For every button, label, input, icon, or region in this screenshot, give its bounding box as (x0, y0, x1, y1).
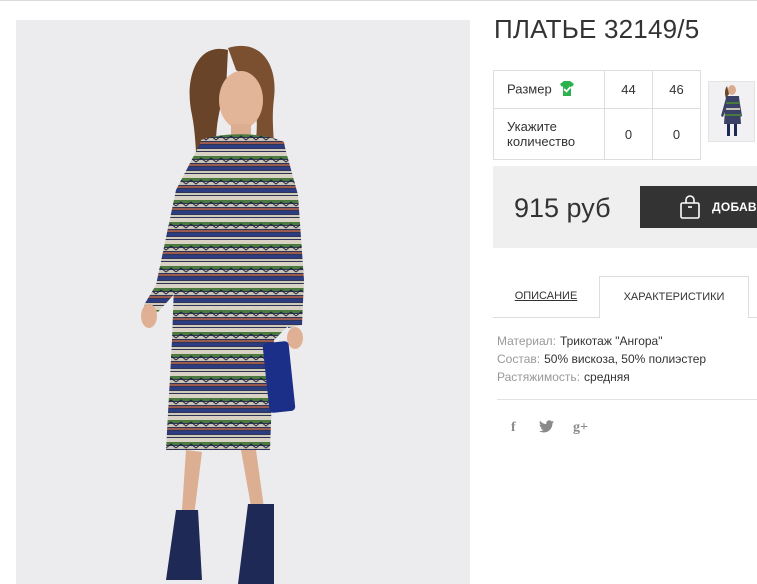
product-photo[interactable] (16, 20, 470, 584)
product-title: ПЛАТЬЕ 32149/5 (494, 14, 700, 44)
characteristics-list: Материал: Трикотаж "Ангора" Состав: 50% ви… (497, 332, 706, 386)
size-row: Размер 44 46 (493, 70, 701, 109)
characteristic-row: Материал: Трикотаж "Ангора" (497, 332, 706, 350)
shopping-bag-icon (678, 195, 702, 224)
size-option-46: 46 (652, 70, 701, 109)
google-plus-icon[interactable]: g+ (573, 420, 588, 436)
product-thumbnail[interactable] (708, 81, 755, 142)
thumbnail-illustration (721, 85, 742, 136)
social-divider (497, 399, 757, 400)
size-option-44: 44 (604, 70, 653, 109)
add-to-cart-button[interactable]: ДОБАВИТЬ В КОРЗИНУ (640, 186, 757, 228)
product-photo-illustration (141, 45, 304, 584)
quantity-label-line2: количество (507, 134, 576, 149)
tab-characteristics[interactable]: ХАРАКТЕРИСТИКИ (599, 276, 749, 318)
quantity-label-line1: Укажите (507, 119, 557, 134)
characteristic-row: Состав: 50% вискоза, 50% полиэстер (497, 350, 706, 368)
size-label-cell: Размер (493, 70, 605, 109)
size-quantity-table: Размер 44 46 Укажите количество 0 0 (493, 70, 701, 160)
characteristic-value: Трикотаж "Ангора" (559, 334, 663, 348)
product-price: 915 руб (514, 193, 611, 223)
add-to-cart-label: ДОБАВИТЬ В КОРЗИНУ (712, 200, 757, 214)
characteristic-key: Состав: (497, 352, 541, 366)
characteristic-key: Материал: (497, 334, 556, 348)
characteristic-key: Растяжимость: (497, 370, 581, 384)
size-label: Размер (507, 80, 552, 96)
tab-description-label: ОПИСАНИЕ (514, 290, 578, 302)
characteristic-value: 50% вискоза, 50% полиэстер (544, 352, 707, 366)
quantity-input-44[interactable]: 0 (604, 108, 653, 160)
facebook-icon[interactable]: f (511, 420, 516, 436)
characteristic-value: средняя (584, 370, 630, 384)
quantity-label-cell: Укажите количество (493, 108, 605, 160)
quantity-input-46[interactable]: 0 (652, 108, 701, 160)
quantity-row: Укажите количество 0 0 (493, 108, 701, 160)
tab-characteristics-label: ХАРАКТЕРИСТИКИ (623, 291, 725, 303)
twitter-icon[interactable] (539, 420, 554, 436)
price-panel: 915 руб ДОБАВИТЬ В КОРЗИНУ (493, 166, 757, 248)
size-chart-check-icon[interactable] (559, 80, 575, 99)
tab-description[interactable]: ОПИСАНИЕ (493, 276, 599, 317)
characteristic-row: Растяжимость: средняя (497, 368, 706, 386)
product-tabs: ОПИСАНИЕ ХАРАКТЕРИСТИКИ (493, 276, 757, 318)
top-divider (0, 0, 757, 1)
